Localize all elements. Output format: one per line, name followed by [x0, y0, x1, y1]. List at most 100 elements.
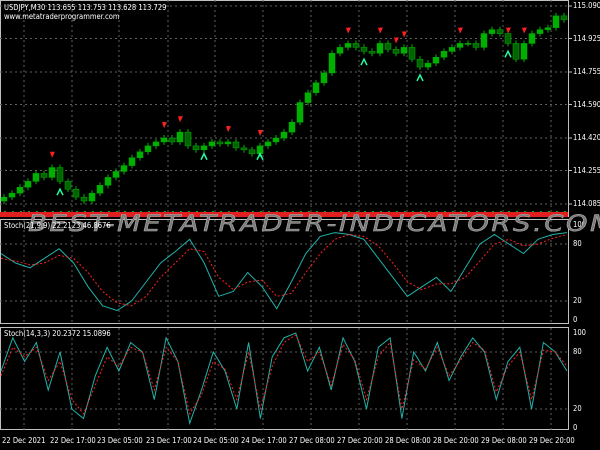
candle	[136, 151, 144, 158]
candle	[544, 27, 552, 30]
candle	[440, 51, 448, 58]
price-tick-label: 114.420	[573, 133, 600, 142]
candle	[208, 141, 216, 147]
stoch2-tick-label: 0	[573, 423, 578, 432]
candle	[272, 137, 280, 143]
sell-arrow-icon	[258, 130, 263, 137]
candle	[16, 187, 24, 194]
candle	[24, 181, 32, 188]
time-tick-label: 23 Dec 17:00	[146, 436, 192, 445]
price-tick-label: 114.085	[573, 199, 600, 208]
candle	[144, 145, 152, 153]
candle	[288, 121, 296, 133]
candle	[376, 43, 384, 54]
stoch1-tick-label: 0	[573, 315, 578, 324]
candle	[512, 43, 520, 60]
candle	[344, 43, 352, 48]
candle	[160, 137, 168, 143]
candle	[456, 43, 464, 48]
candle	[368, 51, 376, 54]
symbol-header: USDJPY,M30 113.655 113.753 113.628 113.7…	[4, 3, 167, 12]
candle	[200, 145, 208, 151]
candle	[464, 43, 472, 45]
buy-arrow-icon	[200, 152, 208, 161]
candle	[432, 56, 440, 64]
stoch2-tick-label: 100	[573, 328, 586, 337]
candle	[184, 131, 192, 147]
time-tick-label: 23 Dec 05:00	[97, 436, 143, 445]
stoch1-title: Stoch(21,9,9) 22.2123 46.8676	[4, 221, 111, 230]
candle	[0, 196, 8, 202]
candle	[336, 47, 344, 54]
signal-dot	[20, 211, 22, 212]
candle	[88, 192, 96, 202]
price-tick-label: 114.255	[573, 165, 600, 175]
candle	[392, 49, 400, 54]
stoch2-signal-line	[0, 334, 568, 416]
candle	[488, 29, 496, 34]
candle	[424, 62, 432, 68]
chart-window[interactable]: USDJPY,M30 113.655 113.753 113.628 113.7…	[0, 0, 600, 450]
candle	[280, 131, 288, 139]
price-tick-label: 114.755	[573, 67, 600, 76]
time-tick-label: 29 Dec 20:00	[529, 436, 575, 445]
candle	[264, 141, 272, 147]
price-tick-label: 114.590	[573, 99, 600, 109]
candle	[320, 72, 328, 84]
candle	[8, 192, 16, 198]
website-label: www.metatraderprogrammer.com	[4, 12, 120, 21]
candle	[128, 157, 136, 166]
time-tick-label: 24 Dec 17:00	[241, 436, 287, 445]
sell-arrow-icon	[178, 116, 183, 123]
candle	[104, 177, 112, 186]
candle	[112, 171, 120, 178]
candle	[504, 33, 512, 44]
watermark: BEST-METATRADER-INDICATORS.COM	[28, 212, 600, 238]
main-frame	[0, 0, 569, 217]
signal-dot	[4, 211, 6, 212]
sell-arrow-icon	[226, 126, 231, 133]
candle	[352, 43, 360, 48]
time-tick-label: 27 Dec 08:00	[289, 436, 335, 445]
candle	[56, 167, 64, 182]
buy-arrow-icon	[416, 73, 424, 82]
candle	[552, 15, 560, 28]
signal-dot	[12, 211, 14, 212]
candle	[520, 43, 528, 60]
buy-arrow-icon	[56, 187, 64, 196]
stoch2-main-line	[0, 332, 568, 426]
candle	[120, 165, 128, 172]
stoch2-tick-label: 20	[573, 404, 582, 413]
candle	[536, 29, 544, 34]
buy-arrow-icon	[504, 49, 512, 58]
stoch1-tick-label: 20	[573, 296, 582, 305]
sell-arrow-icon	[162, 122, 167, 129]
price-tick-label: 115.090	[573, 1, 600, 10]
candle	[480, 33, 488, 48]
time-tick-label: 28 Dec 20:00	[433, 436, 479, 445]
candle	[64, 181, 72, 190]
candle	[360, 47, 368, 52]
candle	[296, 102, 304, 123]
candle	[560, 15, 568, 21]
candle	[80, 196, 88, 202]
sell-arrow-icon	[458, 27, 463, 34]
candle	[400, 47, 408, 54]
sell-arrow-icon	[378, 27, 383, 34]
candle	[248, 149, 256, 155]
stoch2-tick-label: 80	[573, 347, 582, 356]
time-tick-label: 22 Dec 17:00	[50, 436, 96, 445]
candle	[240, 147, 248, 151]
candle	[72, 188, 80, 198]
candle	[40, 173, 48, 178]
candle	[192, 145, 200, 151]
time-tick-label: 22 Dec 2021	[2, 436, 46, 445]
stoch2-title: Stoch(14,3,3) 20.2372 15.0896	[4, 329, 111, 338]
time-tick-label: 28 Dec 08:00	[385, 436, 431, 445]
candle	[232, 141, 240, 149]
sell-arrow-icon	[50, 151, 55, 158]
candle	[224, 141, 232, 145]
sell-arrow-icon	[402, 31, 407, 38]
candle	[176, 131, 184, 143]
time-tick-label: 27 Dec 20:00	[337, 436, 383, 445]
